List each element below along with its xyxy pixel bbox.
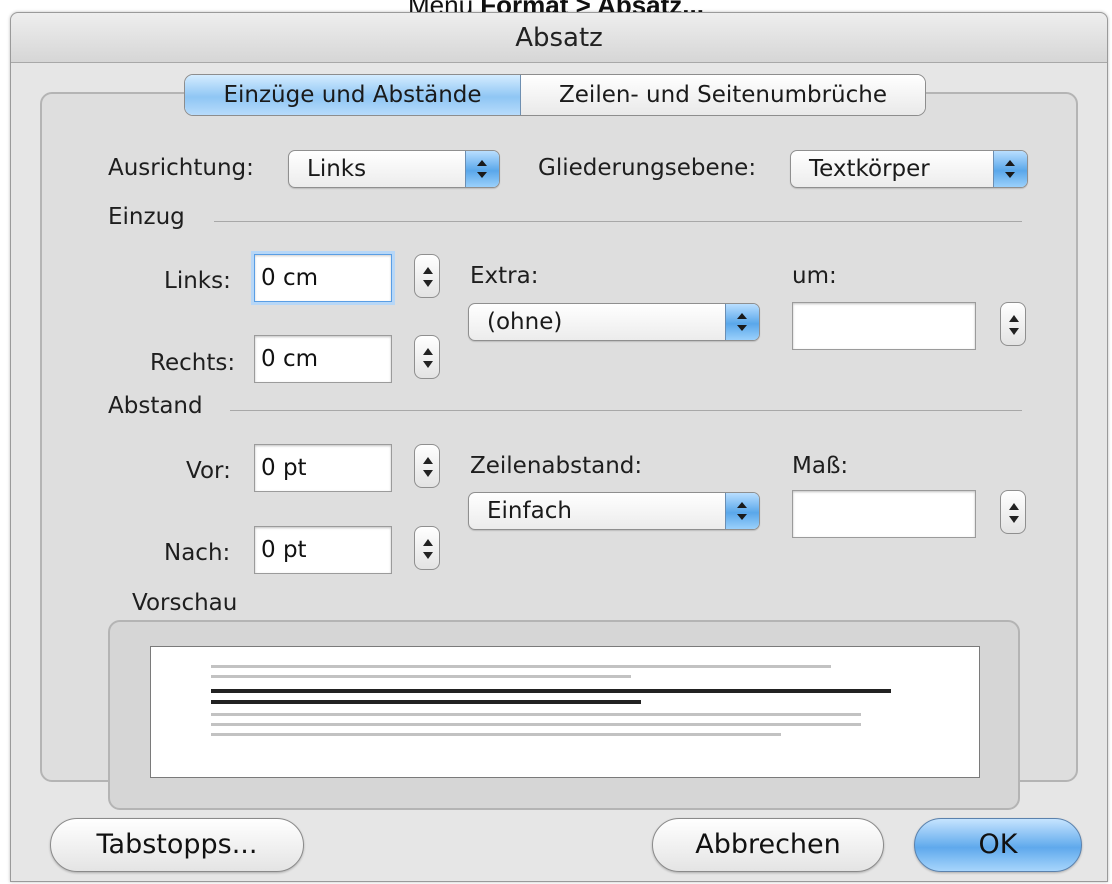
ok-button[interactable]: OK bbox=[914, 818, 1082, 872]
tab-indents-and-spacing[interactable]: Einzüge und Abstände bbox=[185, 75, 521, 115]
preview-paper bbox=[150, 646, 980, 778]
preview-current-paragraph-line bbox=[211, 689, 891, 693]
alignment-value: Links bbox=[307, 156, 367, 182]
popup-arrows-icon bbox=[725, 493, 759, 529]
indent-right-label: Rechts: bbox=[150, 350, 236, 376]
preview-next-paragraph-line bbox=[211, 733, 781, 736]
line-spacing-label: Zeilenabstand: bbox=[470, 453, 643, 479]
popup-arrows-icon bbox=[993, 151, 1027, 187]
indent-right-stepper[interactable] bbox=[414, 335, 440, 379]
cancel-button[interactable]: Abbrechen bbox=[652, 818, 884, 872]
popup-arrows-icon bbox=[725, 304, 759, 340]
spacing-at-field[interactable] bbox=[792, 490, 976, 538]
preview-previous-paragraph-line bbox=[211, 675, 631, 678]
outline-level-label: Gliederungsebene: bbox=[538, 155, 757, 181]
indent-right-field[interactable]: 0 cm bbox=[254, 335, 392, 383]
special-indent-label: Extra: bbox=[470, 263, 539, 289]
line-spacing-popup[interactable]: Einfach bbox=[468, 492, 760, 530]
spacing-before-field[interactable]: 0 pt bbox=[254, 444, 392, 492]
spacing-at-label: Maß: bbox=[792, 453, 849, 479]
spacing-separator bbox=[230, 410, 1022, 411]
preview-next-paragraph-line bbox=[211, 723, 861, 726]
spacing-before-stepper[interactable] bbox=[414, 444, 440, 488]
spacing-section-label: Abstand bbox=[108, 393, 203, 419]
indent-separator bbox=[214, 221, 1022, 222]
preview-label: Vorschau bbox=[132, 590, 238, 616]
dialog-title: Absatz bbox=[11, 13, 1107, 63]
alignment-popup[interactable]: Links bbox=[288, 150, 500, 188]
preview-next-paragraph-line bbox=[211, 713, 861, 716]
spacing-after-label: Nach: bbox=[164, 540, 231, 566]
indent-by-stepper[interactable] bbox=[1000, 302, 1026, 346]
tab-stops-button[interactable]: Tabstopps... bbox=[50, 818, 304, 872]
indent-left-stepper[interactable] bbox=[414, 254, 440, 298]
indent-by-label: um: bbox=[792, 263, 837, 289]
indent-left-label: Links: bbox=[164, 268, 231, 294]
special-indent-popup[interactable]: (ohne) bbox=[468, 303, 760, 341]
popup-arrows-icon bbox=[465, 151, 499, 187]
spacing-after-stepper[interactable] bbox=[414, 526, 440, 570]
spacing-at-stepper[interactable] bbox=[1000, 490, 1026, 534]
tab-line-and-page-breaks[interactable]: Zeilen- und Seitenumbrüche bbox=[521, 75, 925, 115]
tab-bar: Einzüge und Abstände Zeilen- und Seitenu… bbox=[184, 74, 926, 116]
special-indent-value: (ohne) bbox=[487, 309, 563, 335]
spacing-before-label: Vor: bbox=[186, 458, 231, 484]
preview-previous-paragraph-line bbox=[211, 665, 831, 668]
outline-level-popup[interactable]: Textkörper bbox=[790, 150, 1028, 188]
outline-level-value: Textkörper bbox=[809, 156, 930, 182]
alignment-label: Ausrichtung: bbox=[108, 155, 254, 181]
indent-by-field[interactable] bbox=[792, 302, 976, 350]
indent-left-field[interactable]: 0 cm bbox=[254, 254, 392, 302]
indent-section-label: Einzug bbox=[108, 204, 185, 230]
line-spacing-value: Einfach bbox=[487, 498, 572, 524]
spacing-after-field[interactable]: 0 pt bbox=[254, 526, 392, 574]
preview-current-paragraph-line bbox=[211, 700, 641, 704]
